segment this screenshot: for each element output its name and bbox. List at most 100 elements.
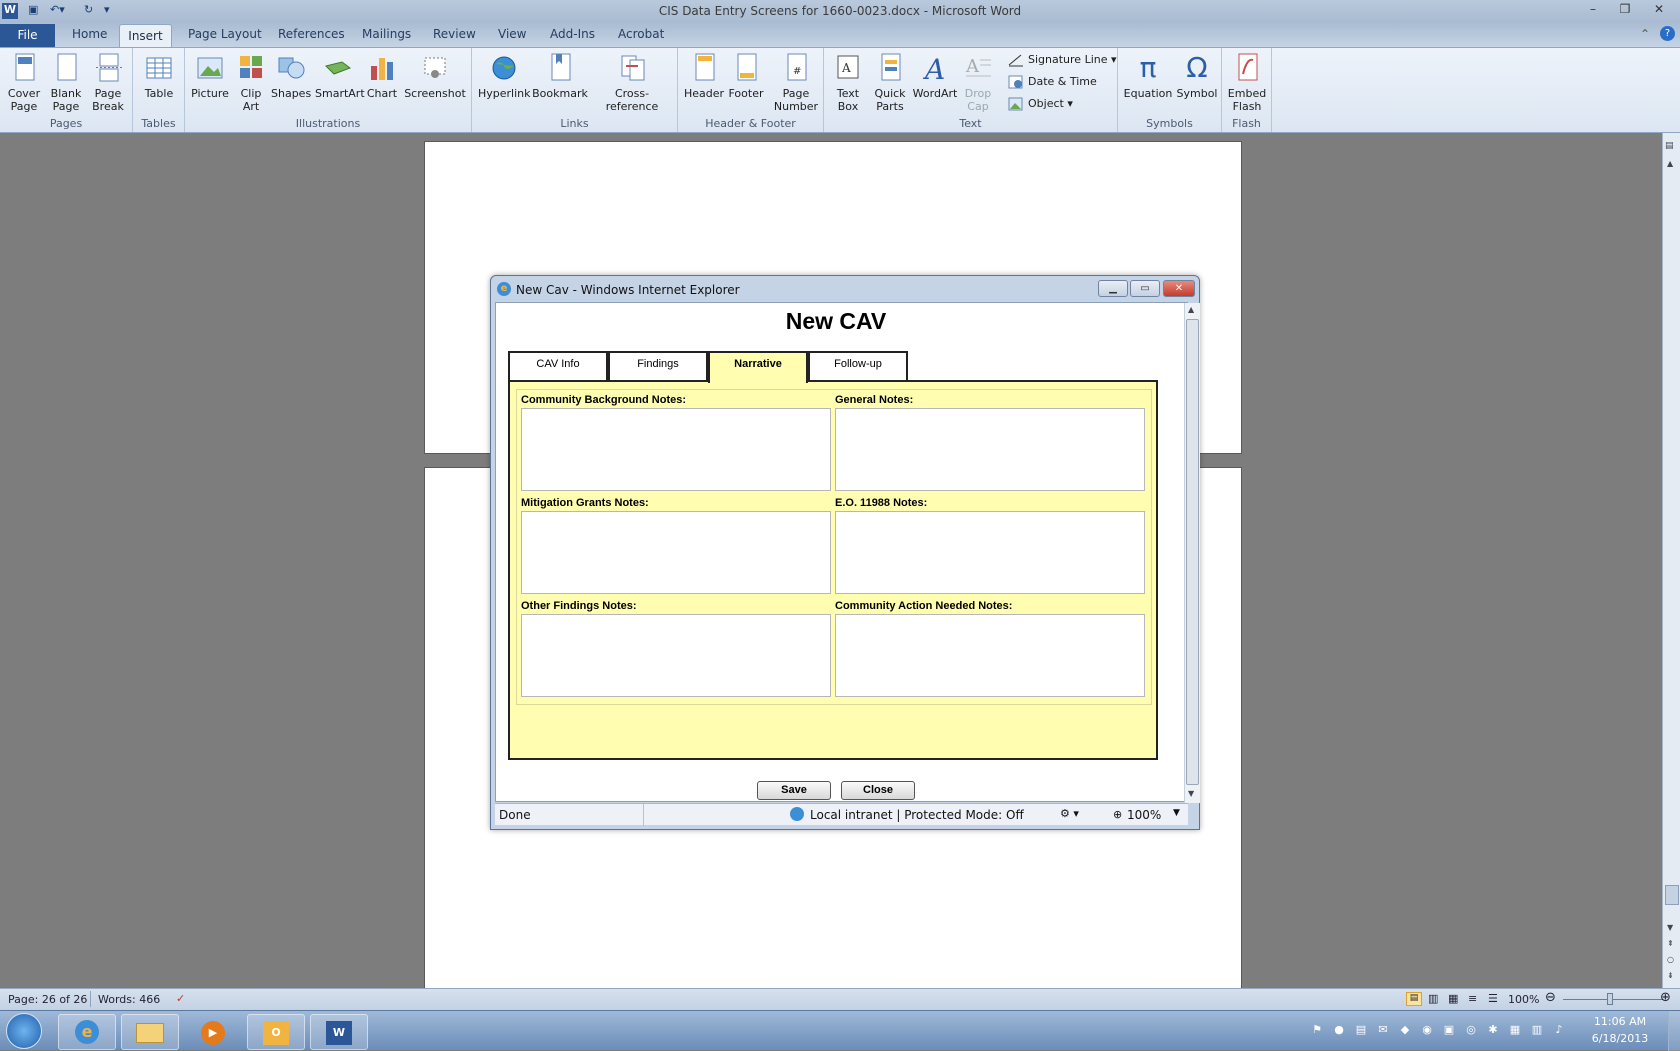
bookmark-button[interactable]: Bookmark <box>532 52 588 100</box>
equation-button[interactable]: π Equation <box>1122 52 1174 101</box>
clip-art-button[interactable]: Clip Art <box>235 52 267 113</box>
hyperlink-button[interactable]: Hyperlink <box>478 52 531 100</box>
previous-page-icon[interactable]: ⇞ <box>1667 939 1674 948</box>
community-background-notes-input[interactable] <box>521 408 831 491</box>
vertical-scrollbar[interactable]: ▤ ▲ ▼ ⇞ ○ ⇟ <box>1662 133 1680 988</box>
clock-date[interactable]: 6/18/2013 <box>1580 1032 1660 1045</box>
show-desktop-button[interactable] <box>1668 1011 1680 1051</box>
ie-zoom-level[interactable]: 100% <box>1127 808 1161 822</box>
tab-narrative[interactable]: Narrative <box>708 351 808 383</box>
header-button[interactable]: Header <box>684 52 724 100</box>
embed-flash-button[interactable]: Embed Flash <box>1226 52 1268 113</box>
help-icon[interactable]: ? <box>1660 26 1675 41</box>
protected-mode-icon[interactable]: ⚙ ▾ <box>1060 807 1079 820</box>
outlook-taskbar-icon[interactable]: O <box>247 1014 305 1050</box>
zoom-level[interactable]: 100% <box>1508 993 1539 1006</box>
chart-button[interactable]: Chart <box>365 52 399 100</box>
tray-icon[interactable]: ◉ <box>1420 1023 1434 1037</box>
ie-security-zone[interactable]: Local intranet | Protected Mode: Off <box>810 808 1024 822</box>
community-action-needed-notes-input[interactable] <box>835 614 1145 697</box>
ie-maximize-button[interactable]: ▭ <box>1130 280 1160 297</box>
tab-page-layout[interactable]: Page Layout <box>188 27 262 41</box>
footer-button[interactable]: Footer <box>726 52 766 100</box>
tab-acrobat[interactable]: Acrobat <box>618 27 664 41</box>
other-findings-notes-input[interactable] <box>521 614 831 697</box>
tray-icon[interactable]: ▤ <box>1354 1023 1368 1037</box>
browse-object-icon[interactable]: ○ <box>1667 955 1674 964</box>
tab-home[interactable]: Home <box>72 27 107 41</box>
wordart-button[interactable]: A WordArt <box>912 52 958 100</box>
tray-icon[interactable]: ✱ <box>1486 1023 1500 1037</box>
ie-scroll-down-icon[interactable]: ▼ <box>1188 789 1194 798</box>
tray-icon[interactable]: ◆ <box>1398 1023 1412 1037</box>
outline-icon[interactable]: ≡ <box>1468 992 1477 1005</box>
scroll-up-icon[interactable]: ▲ <box>1667 159 1673 168</box>
tab-references[interactable]: References <box>278 27 345 41</box>
mitigation-grants-notes-input[interactable] <box>521 511 831 594</box>
close-button[interactable]: Close <box>841 781 915 800</box>
signature-line-button[interactable]: Signature Line ▾ <box>1008 51 1117 69</box>
draft-icon[interactable]: ☰ <box>1488 992 1498 1005</box>
tab-insert[interactable]: Insert <box>119 24 172 48</box>
next-page-icon[interactable]: ⇟ <box>1667 971 1674 980</box>
tab-review[interactable]: Review <box>433 27 476 41</box>
tray-mail-icon[interactable]: ✉ <box>1376 1023 1390 1037</box>
smartart-button[interactable]: SmartArt <box>315 52 365 100</box>
shapes-button[interactable]: Shapes <box>271 52 311 100</box>
tab-mailings[interactable]: Mailings <box>362 27 411 41</box>
web-layout-icon[interactable]: ▦ <box>1448 992 1458 1005</box>
full-screen-reading-icon[interactable]: ▥ <box>1428 992 1438 1005</box>
date-time-button[interactable]: Date & Time <box>1008 73 1097 91</box>
blank-page-button[interactable]: Blank Page <box>48 52 84 113</box>
tray-flag-icon[interactable]: ⚑ <box>1310 1023 1324 1037</box>
scroll-thumb[interactable] <box>1665 885 1679 905</box>
general-notes-input[interactable] <box>835 408 1145 491</box>
ruler-toggle-icon[interactable]: ▤ <box>1665 141 1674 151</box>
tray-icon[interactable]: ● <box>1332 1023 1346 1037</box>
restore-button[interactable]: ❐ <box>1612 2 1638 18</box>
tab-add-ins[interactable]: Add-Ins <box>550 27 595 41</box>
zoom-slider-thumb[interactable] <box>1607 993 1613 1005</box>
cross-reference-button[interactable]: Cross-reference <box>590 52 674 113</box>
table-button[interactable]: Table <box>139 52 179 100</box>
minimize-ribbon-icon[interactable]: ⌃ <box>1640 27 1650 41</box>
eo-11988-notes-input[interactable] <box>835 511 1145 594</box>
symbol-button[interactable]: Ω Symbol <box>1176 52 1218 101</box>
zoom-icon[interactable]: ⊕ <box>1113 808 1122 821</box>
network-icon[interactable]: ▥ <box>1530 1023 1544 1037</box>
ie-taskbar-icon[interactable]: e <box>58 1014 116 1050</box>
tray-icon[interactable]: ◎ <box>1464 1023 1478 1037</box>
zoom-in-icon[interactable]: ⊕ <box>1660 990 1671 1005</box>
page-break-button[interactable]: Page Break <box>88 52 128 113</box>
start-button[interactable] <box>6 1013 42 1049</box>
cover-page-button[interactable]: Cover Page <box>4 52 44 113</box>
tab-file[interactable]: File <box>0 24 55 47</box>
clock-time[interactable]: 11:06 AM <box>1580 1015 1660 1028</box>
tab-cav-info[interactable]: CAV Info <box>508 351 608 381</box>
ie-scroll-up-icon[interactable]: ▲ <box>1188 305 1194 314</box>
picture-button[interactable]: Picture <box>189 52 231 100</box>
close-window-button[interactable]: ✕ <box>1646 2 1672 18</box>
text-box-button[interactable]: A Text Box <box>828 52 868 113</box>
tray-icon[interactable]: ▣ <box>1442 1023 1456 1037</box>
word-count[interactable]: Words: 466 <box>98 993 160 1006</box>
tab-view[interactable]: View <box>498 27 526 41</box>
page-number-button[interactable]: # Page Number <box>770 52 822 113</box>
media-player-taskbar-icon[interactable]: ▶ <box>184 1014 242 1050</box>
print-layout-icon[interactable]: ▤ <box>1406 992 1422 1006</box>
ie-close-button[interactable]: ✕ <box>1163 280 1195 297</box>
explorer-taskbar-icon[interactable] <box>121 1014 179 1050</box>
word-taskbar-icon[interactable]: W <box>310 1014 368 1050</box>
tab-findings[interactable]: Findings <box>608 351 708 381</box>
tab-follow-up[interactable]: Follow-up <box>808 351 908 381</box>
minimize-button[interactable]: – <box>1580 2 1606 18</box>
object-button[interactable]: Object ▾ <box>1008 95 1073 113</box>
scroll-down-icon[interactable]: ▼ <box>1667 923 1673 932</box>
quick-parts-button[interactable]: Quick Parts <box>870 52 910 113</box>
screenshot-button[interactable]: Screenshot <box>403 52 467 100</box>
page-count[interactable]: Page: 26 of 26 <box>8 993 87 1006</box>
zoom-out-icon[interactable]: ⊖ <box>1545 990 1556 1005</box>
proofing-icon[interactable]: ✓ <box>176 992 185 1005</box>
tray-icon[interactable]: ▦ <box>1508 1023 1522 1037</box>
ie-vertical-scrollbar[interactable]: ▲ ▼ <box>1184 303 1200 803</box>
